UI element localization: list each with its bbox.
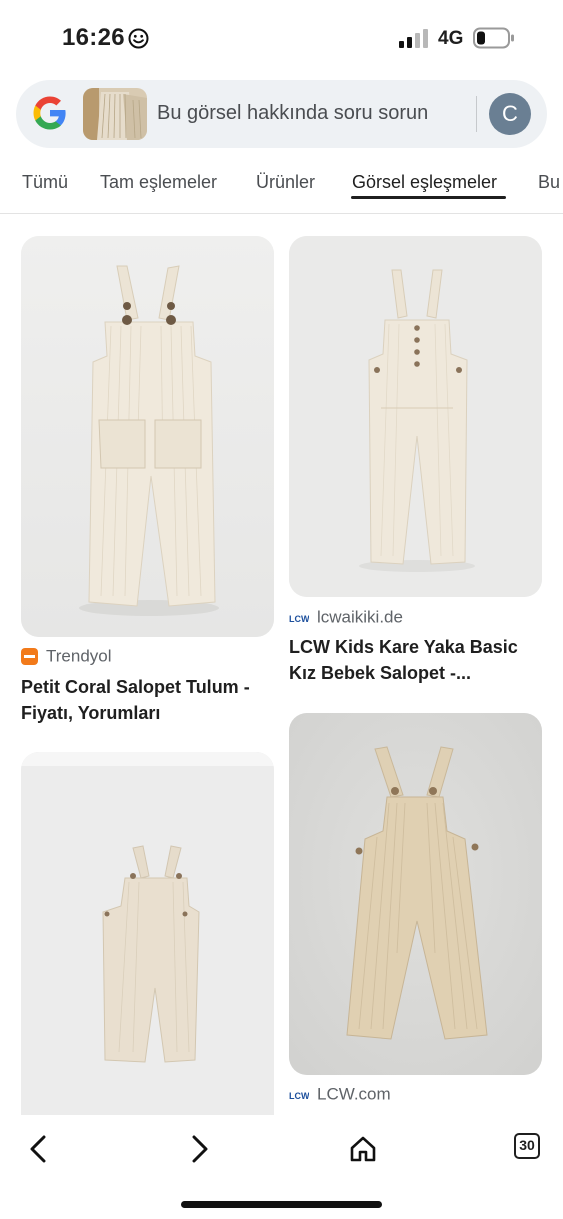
search-divider [476, 96, 477, 132]
lcw-favicon-icon: LCW [289, 1091, 309, 1101]
result-image-2[interactable] [289, 236, 542, 597]
result-title-2[interactable]: LCW Kids Kare Yaka Basic Kız Bebek Salop… [289, 634, 541, 686]
result-source-1[interactable]: Trendyol [21, 646, 112, 667]
result-title-line: Fiyatı, Yorumları [21, 703, 161, 723]
result-source-label: lcwaikiki.de [317, 607, 403, 627]
result-source-4[interactable]: LCW LCW.com [289, 1084, 391, 1105]
search-bar[interactable]: Bu görsel hakkında soru sorun C [16, 80, 547, 148]
trendyol-favicon-icon [21, 648, 38, 666]
lcw-favicon-icon: LCW [289, 614, 309, 624]
battery-icon [473, 27, 514, 49]
active-tab-indicator [351, 196, 506, 199]
home-icon [350, 1136, 376, 1162]
home-indicator [181, 1201, 382, 1208]
status-bar: 16:26 4G [0, 0, 563, 76]
tab-products[interactable]: Ürünler [256, 172, 315, 193]
tab-visual-matches[interactable]: Görsel eşleşmeler [352, 172, 497, 193]
signal-icon [399, 29, 428, 48]
account-avatar[interactable]: C [489, 93, 531, 135]
google-logo-icon[interactable] [32, 95, 68, 131]
status-time: 16:26 [62, 24, 125, 51]
search-input[interactable]: Bu görsel hakkında soru sorun [157, 102, 428, 125]
result-image-3[interactable] [21, 752, 274, 1115]
svg-text:LCW: LCW [289, 1091, 309, 1101]
forward-arrow-icon [192, 1135, 208, 1163]
result-title-1[interactable]: Petit Coral Salopet Tulum - Fiyatı, Yoru… [21, 674, 273, 726]
tab-exact-matches[interactable]: Tam eşlemeler [100, 172, 217, 193]
result-source-2[interactable]: LCW lcwaikiki.de [289, 607, 403, 628]
result-title-line: LCW Kids Kare Yaka Basic [289, 637, 518, 657]
svg-text:LCW: LCW [289, 614, 309, 624]
result-image-1[interactable] [21, 236, 274, 637]
search-image-thumbnail[interactable] [83, 88, 147, 140]
smiley-icon [128, 28, 149, 49]
forward-button[interactable] [180, 1129, 220, 1169]
result-source-label: LCW.com [317, 1084, 391, 1104]
tab-more-truncated[interactable]: Bu [538, 172, 560, 193]
result-tabs: Tümü Tam eşlemeler Ürünler Görsel eşleşm… [0, 160, 563, 214]
tab-all[interactable]: Tümü [22, 172, 68, 193]
result-source-label: Trendyol [46, 646, 112, 666]
result-title-line: Petit Coral Salopet Tulum - [21, 677, 250, 697]
tabs-button[interactable]: 30 [514, 1133, 540, 1159]
result-image-4[interactable] [289, 713, 542, 1075]
back-arrow-icon [30, 1135, 46, 1163]
back-button[interactable] [18, 1129, 58, 1169]
result-title-line: Kız Bebek Salopet -... [289, 663, 472, 683]
home-button[interactable] [343, 1129, 383, 1169]
network-type: 4G [438, 28, 464, 49]
